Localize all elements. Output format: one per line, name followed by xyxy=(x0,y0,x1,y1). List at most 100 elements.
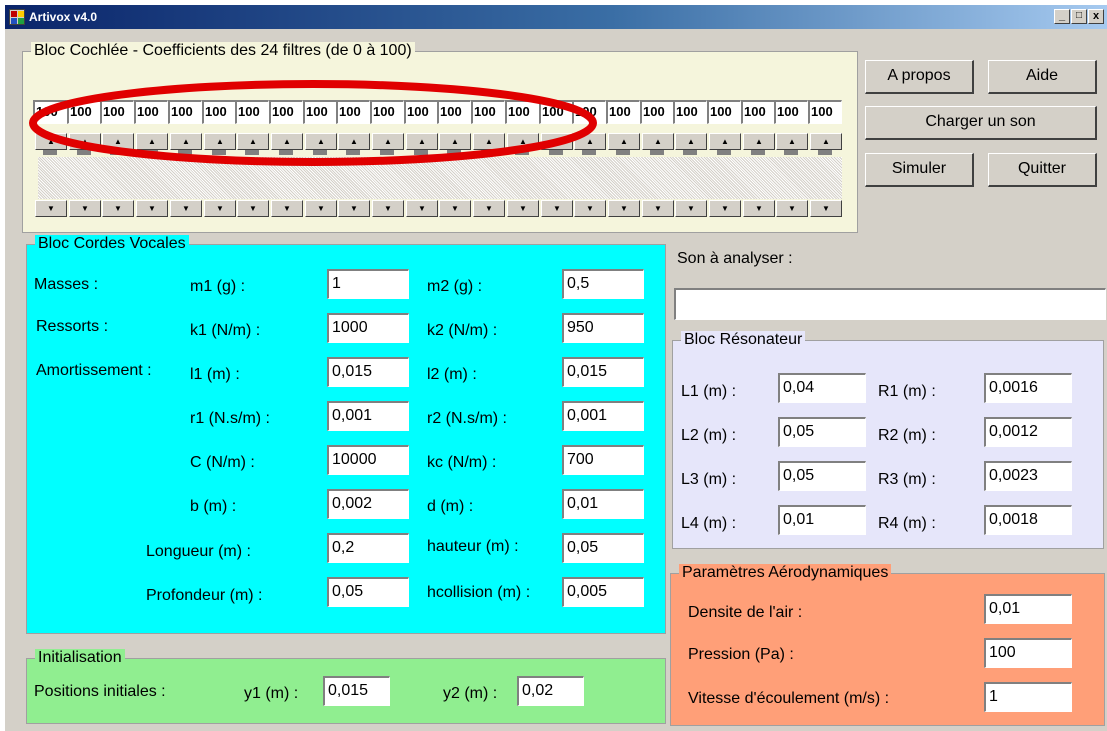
l1-label: l1 (m) : xyxy=(190,366,240,383)
slider-down-arrow-icon[interactable]: ▼ xyxy=(507,200,539,217)
slider-up-arrow-icon[interactable]: ▲ xyxy=(776,133,808,150)
slider-down-arrow-icon[interactable]: ▼ xyxy=(574,200,606,217)
slider-down-arrow-icon[interactable]: ▼ xyxy=(709,200,741,217)
minimize-button[interactable]: _ xyxy=(1054,9,1070,24)
r2-label: r2 (N.s/m) : xyxy=(427,410,507,427)
slider-thumb[interactable] xyxy=(650,150,664,155)
slider-thumb[interactable] xyxy=(751,150,765,155)
l2-label: l2 (m) : xyxy=(427,366,477,383)
slider-down-arrow-icon[interactable]: ▼ xyxy=(271,200,303,217)
close-button[interactable]: x xyxy=(1088,9,1104,24)
l1-input[interactable]: 0,015 xyxy=(327,357,409,387)
slider-down-arrow-icon[interactable]: ▼ xyxy=(473,200,505,217)
masses-label: Masses : xyxy=(34,276,99,293)
slider-up-arrow-icon[interactable]: ▲ xyxy=(675,133,707,150)
y1-label: y1 (m) : xyxy=(244,685,299,702)
title-bar[interactable]: Artivox v4.0 _ □ x xyxy=(5,5,1107,29)
R2-input[interactable]: 0,0012 xyxy=(984,417,1072,447)
maximize-button[interactable]: □ xyxy=(1071,9,1087,24)
slider-thumb[interactable] xyxy=(683,150,697,155)
d-input[interactable]: 0,01 xyxy=(562,489,644,519)
slider-down-arrow-icon[interactable]: ▼ xyxy=(136,200,168,217)
m2-input[interactable]: 0,5 xyxy=(562,269,644,299)
quit-button[interactable]: Quitter xyxy=(988,153,1097,187)
L3-input[interactable]: 0,05 xyxy=(778,461,866,491)
L4-input[interactable]: 0,01 xyxy=(778,505,866,535)
slider-down-arrow-icon[interactable]: ▼ xyxy=(338,200,370,217)
slider-down-arrow-icon[interactable]: ▼ xyxy=(372,200,404,217)
L1-input[interactable]: 0,04 xyxy=(778,373,866,403)
slider-up-arrow-icon[interactable]: ▲ xyxy=(810,133,842,150)
kc-label: kc (N/m) : xyxy=(427,454,497,471)
slider-down-arrow-icon[interactable]: ▼ xyxy=(776,200,808,217)
coefficient-input[interactable]: 100 xyxy=(741,100,775,124)
height-label: hauteur (m) : xyxy=(427,538,519,555)
slider-down-arrow-icon[interactable]: ▼ xyxy=(35,200,67,217)
slider-down-arrow-icon[interactable]: ▼ xyxy=(204,200,236,217)
slider-up-arrow-icon[interactable]: ▲ xyxy=(743,133,775,150)
slider-down-arrow-icon[interactable]: ▼ xyxy=(642,200,674,217)
L1-label: L1 (m) : xyxy=(681,383,737,400)
slider-down-arrow-icon[interactable]: ▼ xyxy=(69,200,101,217)
coefficient-input[interactable]: 100 xyxy=(707,100,741,124)
length-input[interactable]: 0,2 xyxy=(327,533,409,563)
R1-input[interactable]: 0,0016 xyxy=(984,373,1072,403)
slider-down-arrow-icon[interactable]: ▼ xyxy=(675,200,707,217)
app-window: Artivox v4.0 _ □ x Bloc Cochlée - Coeffi… xyxy=(4,4,1107,731)
slider-thumb[interactable] xyxy=(717,150,731,155)
R4-label: R4 (m) : xyxy=(878,515,936,532)
springs-label: Ressorts : xyxy=(36,318,109,335)
pressure-label: Pression (Pa) : xyxy=(688,646,794,663)
pressure-input[interactable]: 100 xyxy=(984,638,1072,668)
L2-input[interactable]: 0,05 xyxy=(778,417,866,447)
coefficient-input[interactable]: 100 xyxy=(808,100,842,124)
slider-down-arrow-icon[interactable]: ▼ xyxy=(541,200,573,217)
slider-down-arrow-icon[interactable]: ▼ xyxy=(439,200,471,217)
k1-input[interactable]: 1000 xyxy=(327,313,409,343)
slider-down-arrow-icon[interactable]: ▼ xyxy=(608,200,640,217)
y1-input[interactable]: 0,015 xyxy=(323,676,390,706)
coefficient-input[interactable]: 100 xyxy=(774,100,808,124)
air-density-input[interactable]: 0,01 xyxy=(984,594,1072,624)
flow-speed-input[interactable]: 1 xyxy=(984,682,1072,712)
c-label: C (N/m) : xyxy=(190,454,255,471)
slider-up-arrow-icon[interactable]: ▲ xyxy=(709,133,741,150)
slider-down-arrow-icon[interactable]: ▼ xyxy=(170,200,202,217)
coefficient-input[interactable]: 100 xyxy=(606,100,640,124)
r1-input[interactable]: 0,001 xyxy=(327,401,409,431)
r2-input[interactable]: 0,001 xyxy=(562,401,644,431)
R3-label: R3 (m) : xyxy=(878,471,936,488)
slider-thumb[interactable] xyxy=(784,150,798,155)
b-input[interactable]: 0,002 xyxy=(327,489,409,519)
slider-thumb[interactable] xyxy=(616,150,630,155)
depth-input[interactable]: 0,05 xyxy=(327,577,409,607)
coefficient-input[interactable]: 100 xyxy=(673,100,707,124)
about-button[interactable]: A propos xyxy=(865,60,974,94)
y2-input[interactable]: 0,02 xyxy=(517,676,584,706)
slider-up-arrow-icon[interactable]: ▲ xyxy=(642,133,674,150)
slider-up-arrow-icon[interactable]: ▲ xyxy=(608,133,640,150)
sound-file-input[interactable] xyxy=(674,288,1106,320)
height-input[interactable]: 0,05 xyxy=(562,533,644,563)
load-sound-button[interactable]: Charger un son xyxy=(865,106,1097,140)
coefficient-input[interactable]: 100 xyxy=(640,100,674,124)
slider-down-arrow-icon[interactable]: ▼ xyxy=(810,200,842,217)
R3-input[interactable]: 0,0023 xyxy=(984,461,1072,491)
slider-thumb[interactable] xyxy=(818,150,832,155)
m1-input[interactable]: 1 xyxy=(327,269,409,299)
slider-down-arrow-icon[interactable]: ▼ xyxy=(305,200,337,217)
k2-input[interactable]: 950 xyxy=(562,313,644,343)
slider-down-arrow-icon[interactable]: ▼ xyxy=(237,200,269,217)
hcollision-input[interactable]: 0,005 xyxy=(562,577,644,607)
slider-down-arrow-icon[interactable]: ▼ xyxy=(102,200,134,217)
kc-input[interactable]: 700 xyxy=(562,445,644,475)
l2-input[interactable]: 0,015 xyxy=(562,357,644,387)
help-button[interactable]: Aide xyxy=(988,60,1097,94)
b-label: b (m) : xyxy=(190,498,237,515)
R2-label: R2 (m) : xyxy=(878,427,936,444)
c-input[interactable]: 10000 xyxy=(327,445,409,475)
R4-input[interactable]: 0,0018 xyxy=(984,505,1072,535)
simulate-button[interactable]: Simuler xyxy=(865,153,974,187)
slider-down-arrow-icon[interactable]: ▼ xyxy=(743,200,775,217)
slider-down-arrow-icon[interactable]: ▼ xyxy=(406,200,438,217)
